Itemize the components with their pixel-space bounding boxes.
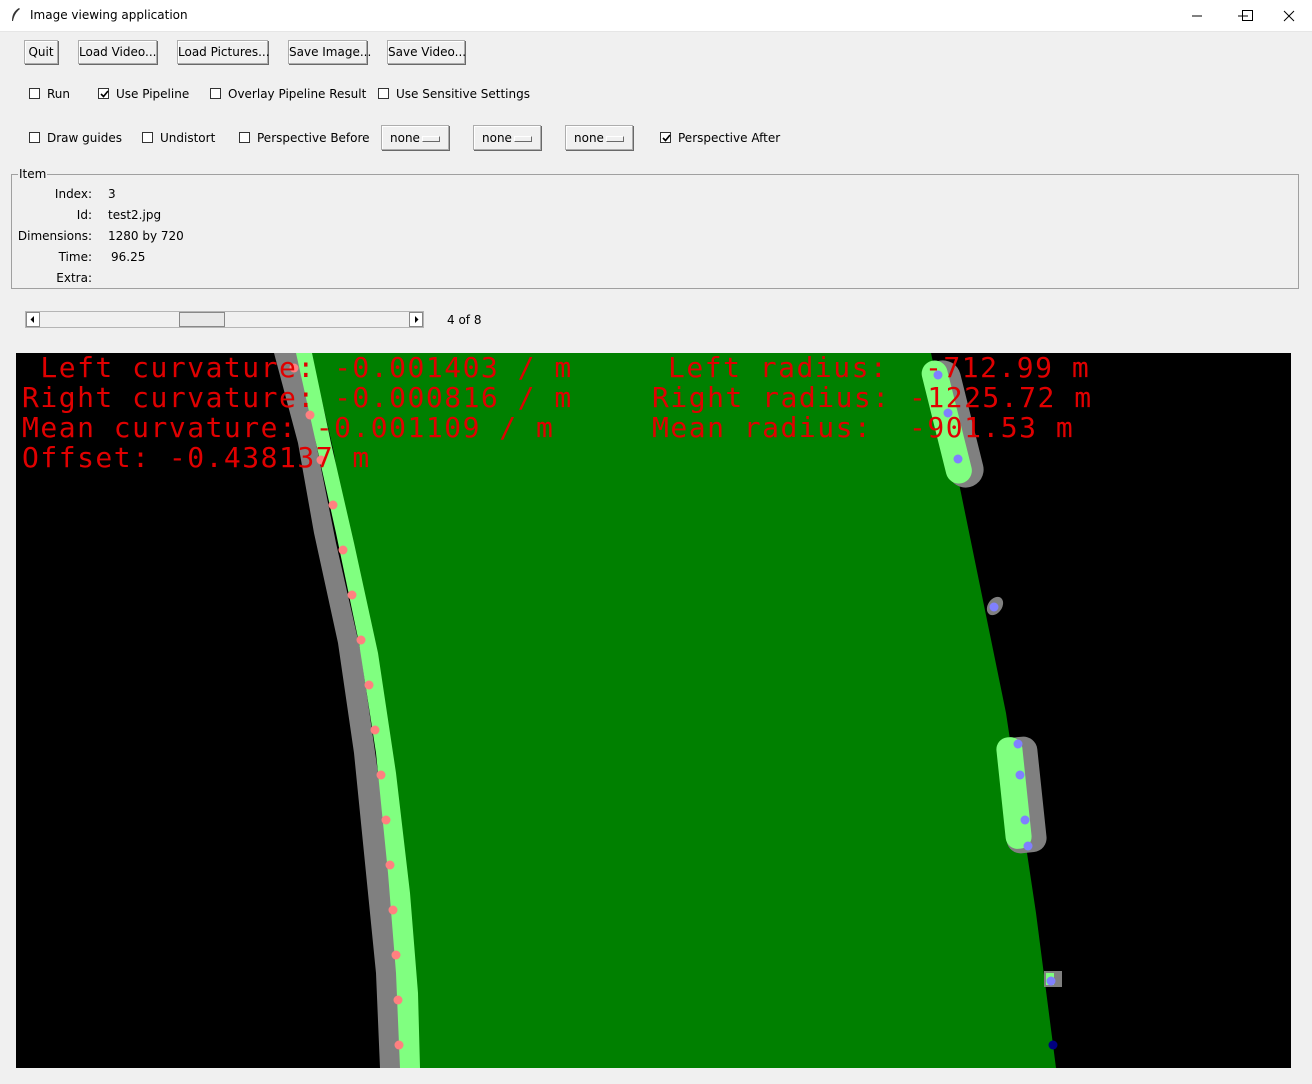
item-frame-label: Item <box>18 167 48 181</box>
mean-curvature-text: Mean curvature: -0.001109 / m <box>22 411 555 444</box>
option-menu-value: none <box>482 131 512 145</box>
checkbox-box[interactable] <box>660 132 671 143</box>
option-menu-3[interactable]: none <box>565 125 633 150</box>
index-value: 3 <box>108 187 116 201</box>
checkmark-icon <box>662 134 671 142</box>
dropdown-indicator-icon <box>422 136 440 142</box>
save-image-button[interactable]: Save Image... <box>288 40 371 64</box>
index-label: Index: <box>54 187 92 201</box>
checkmark-icon <box>100 90 109 98</box>
left-radius-text: Left radius: -712.99 m <box>668 351 1091 384</box>
frame-position-label: 4 of 8 <box>447 313 482 327</box>
checkbox-box[interactable] <box>98 88 109 99</box>
image-canvas: Left curvature: -0.001403 / m Right curv… <box>16 353 1291 1068</box>
overlay-pipeline-result-label: Overlay Pipeline Result <box>228 87 367 101</box>
use-sensitive-settings-label: Use Sensitive Settings <box>396 87 530 101</box>
save-video-button[interactable]: Save Video... <box>387 40 466 64</box>
checkbox-box[interactable] <box>378 88 389 99</box>
arrow-left-icon <box>30 316 34 323</box>
option-menu-value: none <box>390 131 420 145</box>
time-value: 96.25 <box>111 250 146 264</box>
checkbox-box[interactable] <box>239 132 250 143</box>
undistort-label: Undistort <box>160 131 216 145</box>
checkbox-box[interactable] <box>29 132 40 143</box>
checkbox-box[interactable] <box>29 88 40 99</box>
dropdown-indicator-icon <box>514 136 532 142</box>
draw-guides-label: Draw guides <box>47 131 122 145</box>
frame-scrollbar[interactable] <box>25 311 424 328</box>
close-window-button[interactable] <box>1265 0 1311 31</box>
offset-text: Offset: -0.438137 m <box>22 441 371 474</box>
checkbox-box[interactable] <box>142 132 153 143</box>
extra-label: Extra: <box>56 271 92 285</box>
dimensions-value: 1280 by 720 <box>108 229 184 243</box>
dimensions-label: Dimensions: <box>17 229 92 243</box>
arrow-right-icon <box>415 316 419 323</box>
quit-button[interactable]: Quit <box>24 40 58 64</box>
load-pictures-button[interactable]: Load Pictures... <box>177 40 270 64</box>
option-menu-1[interactable]: none <box>381 125 449 150</box>
feather-icon <box>11 8 21 22</box>
option-menu-2[interactable]: none <box>473 125 541 150</box>
run-label: Run <box>47 87 71 101</box>
maximize-button[interactable] <box>1219 0 1265 31</box>
id-label: Id: <box>76 208 92 222</box>
right-radius-text: Right radius: -1225.72 m <box>652 381 1093 414</box>
load-video-button[interactable]: Load Video... <box>78 40 157 64</box>
item-frame <box>11 174 1299 289</box>
minimize-button[interactable] <box>1173 0 1219 31</box>
id-value: test2.jpg <box>108 208 162 222</box>
title-bar: Image viewing application <box>0 0 1312 32</box>
left-curvature-text: Left curvature: -0.001403 / m <box>22 351 573 384</box>
scroll-left-button[interactable] <box>26 312 40 327</box>
time-label: Time: <box>58 250 92 264</box>
scroll-right-button[interactable] <box>409 312 423 327</box>
checkbox-box[interactable] <box>210 88 221 99</box>
mean-radius-text: Mean radius: -901.53 m <box>652 411 1075 444</box>
perspective-after-label: Perspective After <box>678 131 781 145</box>
perspective-before-label: Perspective Before <box>257 131 370 145</box>
window-title: Image viewing application <box>30 8 188 22</box>
option-menu-value: none <box>574 131 604 145</box>
dropdown-indicator-icon <box>606 136 624 142</box>
right-point-end <box>1048 1040 1058 1050</box>
scroll-thumb[interactable] <box>179 312 226 327</box>
right-curvature-text: Right curvature: -0.000816 / m <box>22 381 573 414</box>
use-pipeline-label: Use Pipeline <box>116 87 190 101</box>
